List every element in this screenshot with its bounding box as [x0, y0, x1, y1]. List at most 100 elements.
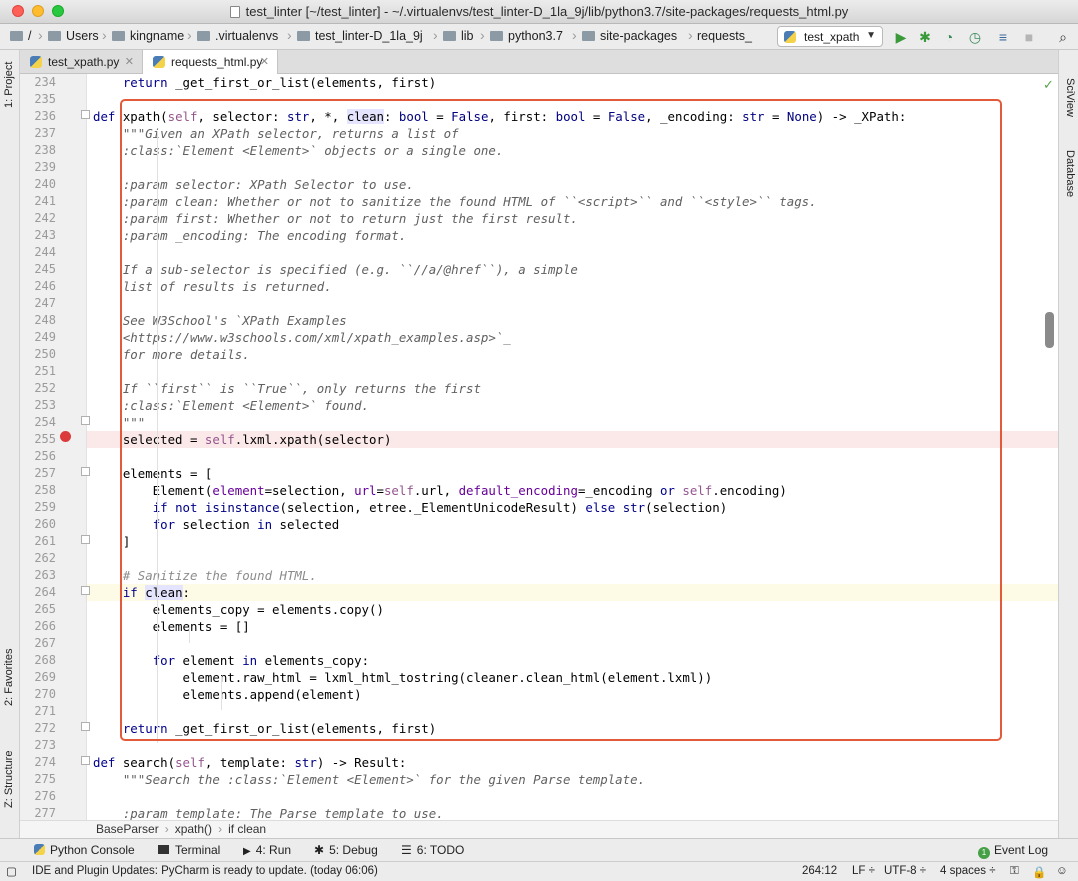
line-number: 275 [34, 772, 56, 786]
nav-crumb-file[interactable]: requests_ [697, 29, 752, 43]
debug-tool-button[interactable]: ✱ 5: Debug [314, 843, 378, 857]
status-message[interactable]: IDE and Plugin Updates: PyCharm is ready… [32, 865, 378, 877]
code-line[interactable] [87, 159, 1058, 176]
breadcrumb-class[interactable]: BaseParser [96, 822, 159, 836]
project-tool-tab[interactable]: 1: Project [3, 62, 15, 108]
code-line[interactable]: if not isinstance(selection, etree._Elem… [87, 499, 1058, 516]
inspector-icon[interactable]: ☺ [1056, 865, 1068, 877]
event-log-button[interactable]: 1 Event Log [978, 843, 1048, 859]
run-tool-button[interactable]: ▶ 4: Run [243, 843, 291, 857]
code-line[interactable]: If a sub-selector is specified (e.g. ``/… [87, 261, 1058, 278]
nav-crumb-kingname[interactable]: kingname [112, 29, 184, 43]
nav-crumb-python37[interactable]: python3.7 [490, 29, 563, 43]
code-line[interactable]: :param selector: XPath Selector to use. [87, 176, 1058, 193]
code-line[interactable]: def xpath(self, selector: str, *, clean:… [87, 108, 1058, 125]
code-line[interactable]: Element(element=selection, url=self.url,… [87, 482, 1058, 499]
code-line[interactable] [87, 363, 1058, 380]
code-line[interactable] [87, 244, 1058, 261]
code-line[interactable] [87, 448, 1058, 465]
nav-crumb-users[interactable]: Users [48, 29, 99, 43]
code-line[interactable]: :param first: Whether or not to return j… [87, 210, 1058, 227]
sciview-tool-tab[interactable]: SciView [1064, 78, 1076, 117]
code-line[interactable] [87, 635, 1058, 652]
line-number: 238 [34, 143, 56, 157]
nav-crumb-root[interactable]: / [10, 29, 31, 43]
fold-marker-icon[interactable] [81, 535, 90, 544]
fold-marker-icon[interactable] [81, 467, 90, 476]
status-toggle-icon[interactable]: ▢ [6, 864, 17, 878]
close-tab-icon[interactable]: ✕ [260, 55, 269, 68]
code-line[interactable]: selected = self.lxml.xpath(selector) [87, 431, 1058, 448]
code-line[interactable]: # Sanitize the found HTML. [87, 567, 1058, 584]
favorites-tool-tab[interactable]: 2: Favorites [3, 649, 15, 706]
code-line[interactable]: elements = [ [87, 465, 1058, 482]
todo-tool-button[interactable]: ☰ 6: TODO [401, 843, 464, 857]
git-icon[interactable]: ⚿ [1010, 865, 1019, 878]
fold-marker-icon[interactable] [81, 722, 90, 731]
code-line[interactable]: def search(self, template: str) -> Resul… [87, 754, 1058, 771]
run-config-select[interactable]: test_xpath ▼ [777, 26, 883, 47]
code-line[interactable]: if clean: [87, 584, 1058, 601]
code-line[interactable] [87, 91, 1058, 108]
nav-crumb-venv[interactable]: test_linter-D_1la_9j [297, 29, 423, 43]
code-line[interactable]: :param clean: Whether or not to sanitize… [87, 193, 1058, 210]
line-separator[interactable]: LF ÷ [852, 865, 875, 877]
code-line[interactable]: If ``first`` is ``True``, only returns t… [87, 380, 1058, 397]
indent-setting[interactable]: 4 spaces ÷ [940, 865, 996, 877]
concurrency-icon[interactable]: ≡ [994, 28, 1012, 46]
code-line[interactable]: """Search the :class:`Element <Element>`… [87, 771, 1058, 788]
profile-icon[interactable]: ◷ [966, 28, 984, 46]
close-tab-icon[interactable]: ✕ [125, 55, 134, 68]
lock-icon[interactable]: 🔒 [1032, 865, 1046, 879]
code-line[interactable]: elements_copy = elements.copy() [87, 601, 1058, 618]
code-line[interactable]: list of results is returned. [87, 278, 1058, 295]
code-line[interactable]: :class:`Element <Element>` found. [87, 397, 1058, 414]
breadcrumb-method[interactable]: xpath() [175, 822, 212, 836]
nav-crumb-lib[interactable]: lib [443, 29, 474, 43]
code-line[interactable]: return _get_first_or_list(elements, firs… [87, 74, 1058, 91]
terminal-button[interactable]: Terminal [158, 843, 220, 857]
coverage-icon[interactable]: ◔ [940, 28, 958, 46]
structure-tool-tab[interactable]: Z: Structure [3, 751, 15, 808]
nav-crumb-site-packages[interactable]: site-packages [582, 29, 677, 43]
tab-requests-html[interactable]: requests_html.py ✕ [142, 50, 278, 75]
code-line[interactable]: """Given an XPath selector, returns a li… [87, 125, 1058, 142]
code-line[interactable]: element.raw_html = lxml_html_tostring(cl… [87, 669, 1058, 686]
search-icon[interactable]: ⌕ [1054, 28, 1072, 46]
run-icon[interactable]: ▶ [892, 28, 910, 46]
code-line[interactable]: for element in elements_copy: [87, 652, 1058, 669]
scrollbar-thumb[interactable] [1045, 312, 1054, 348]
nav-crumb-virtualenvs[interactable]: .virtualenvs [197, 29, 278, 43]
stop-icon[interactable]: ■ [1020, 28, 1038, 46]
code-line[interactable]: :param _encoding: The encoding format. [87, 227, 1058, 244]
code-line[interactable] [87, 703, 1058, 720]
code-line[interactable]: <https://www.w3schools.com/xml/xpath_exa… [87, 329, 1058, 346]
breakpoint-icon[interactable] [60, 431, 71, 442]
fold-marker-icon[interactable] [81, 416, 90, 425]
code-line[interactable]: See W3School's `XPath Examples [87, 312, 1058, 329]
code-line[interactable] [87, 737, 1058, 754]
code-line[interactable]: ] [87, 533, 1058, 550]
code-line[interactable]: for selection in selected [87, 516, 1058, 533]
code-line[interactable]: return _get_first_or_list(elements, firs… [87, 720, 1058, 737]
code-line[interactable] [87, 295, 1058, 312]
fold-marker-icon[interactable] [81, 110, 90, 119]
code-line[interactable]: :param template: The Parse template to u… [87, 805, 1058, 820]
file-encoding[interactable]: UTF-8 ÷ [884, 865, 926, 877]
python-console-button[interactable]: Python Console [34, 843, 135, 857]
code-line[interactable]: """ [87, 414, 1058, 431]
code-lines[interactable]: return _get_first_or_list(elements, firs… [87, 74, 1058, 820]
tab-test-xpath[interactable]: test_xpath.py ✕ [20, 50, 142, 74]
code-line[interactable]: elements = [] [87, 618, 1058, 635]
code-line[interactable] [87, 550, 1058, 567]
fold-marker-icon[interactable] [81, 586, 90, 595]
debug-icon[interactable]: ✱ [916, 28, 934, 46]
code-line[interactable]: elements.append(element) [87, 686, 1058, 703]
database-tool-tab[interactable]: Database [1064, 150, 1076, 197]
code-line[interactable]: for more details. [87, 346, 1058, 363]
code-line[interactable]: :class:`Element <Element>` objects or a … [87, 142, 1058, 159]
fold-marker-icon[interactable] [81, 756, 90, 765]
breadcrumb-block[interactable]: if clean [228, 822, 266, 836]
caret-position[interactable]: 264:12 [802, 865, 837, 877]
code-line[interactable] [87, 788, 1058, 805]
